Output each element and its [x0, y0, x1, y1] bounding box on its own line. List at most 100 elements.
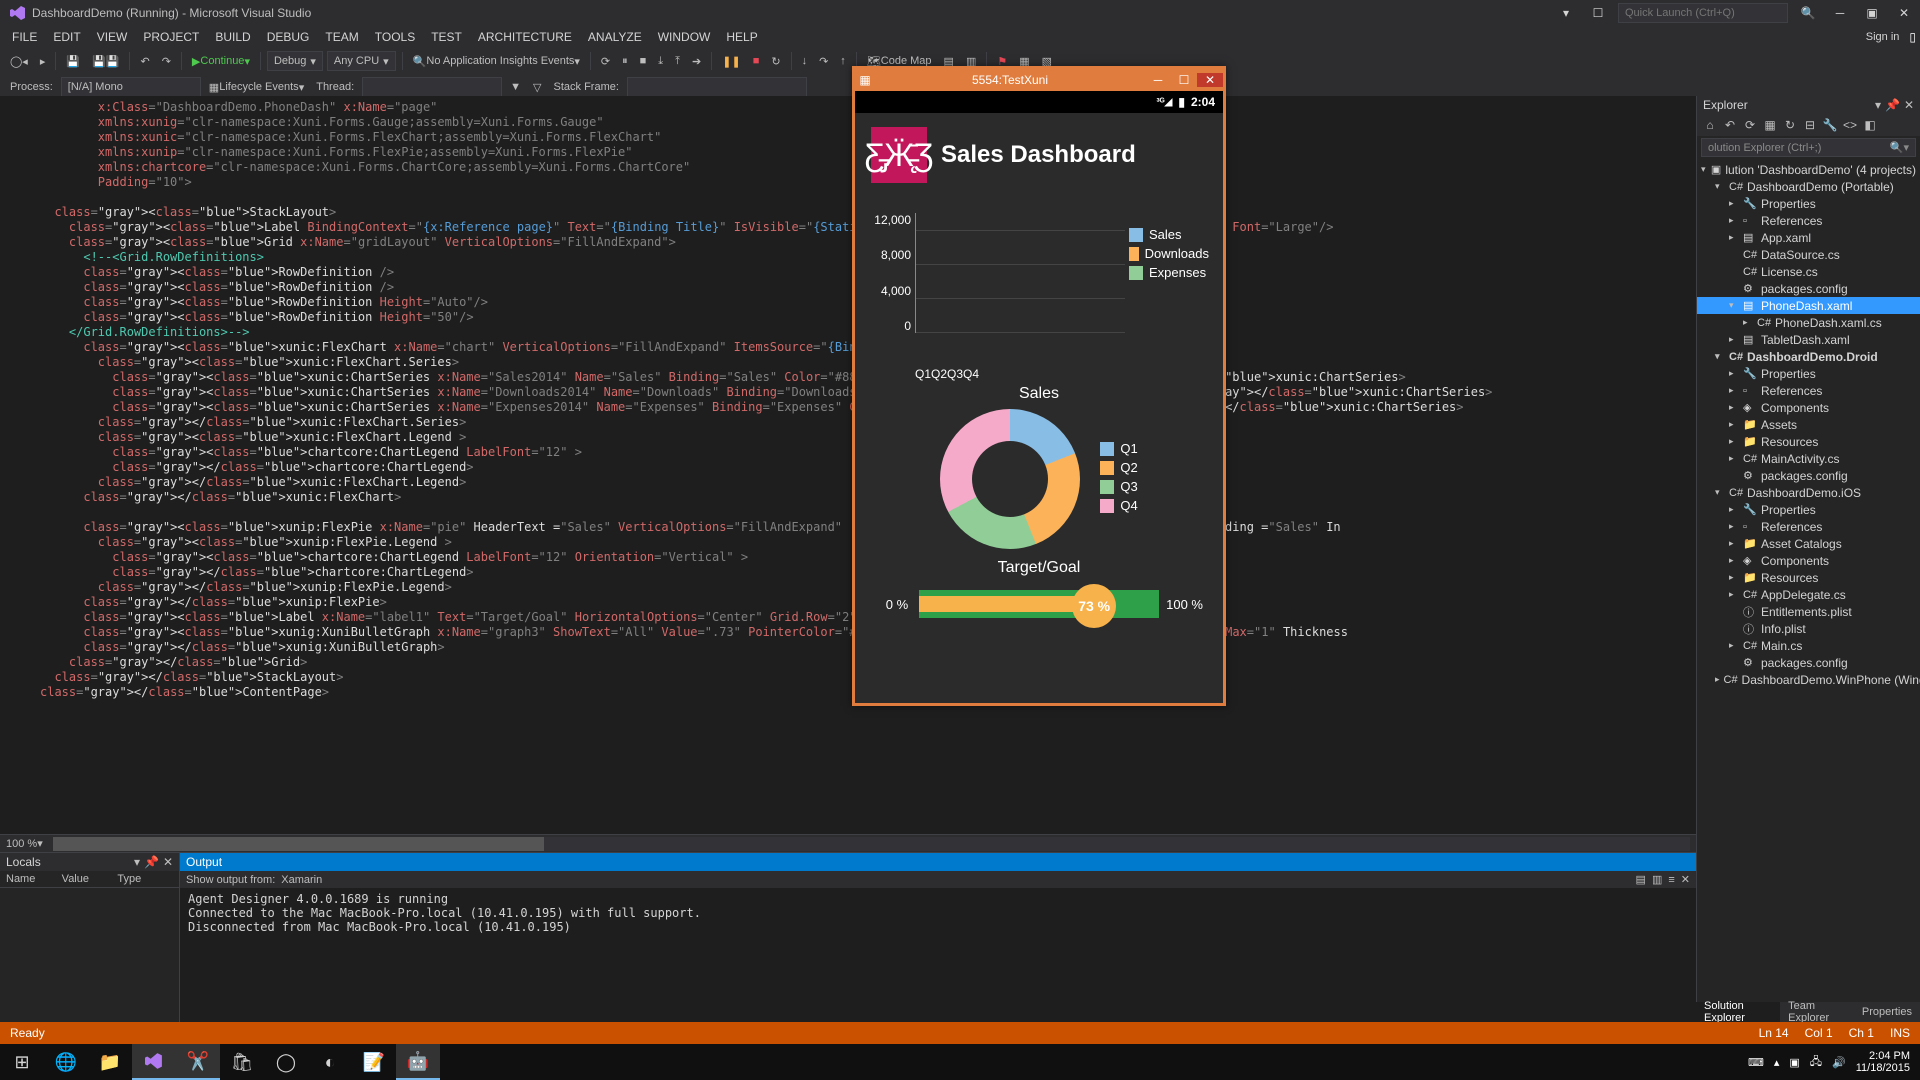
android-icon[interactable]: 🤖 — [396, 1044, 440, 1080]
tree-node[interactable]: ▾C#DashboardDemo.Droid — [1697, 348, 1920, 365]
dbg-btn-6[interactable]: ➔ — [688, 55, 705, 68]
tree-node[interactable]: ▸▫References — [1697, 212, 1920, 229]
continue-button[interactable]: ▶ Continue ▾ — [188, 55, 254, 68]
keyboard-icon[interactable]: ⌨ — [1748, 1056, 1764, 1069]
tree-node[interactable]: ▸◈Components — [1697, 552, 1920, 569]
output-btn-2[interactable]: ▥ — [1652, 873, 1662, 886]
menu-team[interactable]: TEAM — [317, 30, 366, 44]
emu-minimize-icon[interactable]: ─ — [1145, 73, 1171, 87]
menu-project[interactable]: PROJECT — [135, 30, 207, 44]
notify-icon[interactable]: ▾ — [1554, 4, 1578, 22]
undo-icon[interactable]: ↶ — [136, 55, 153, 68]
output-btn-3[interactable]: ≡ — [1668, 874, 1674, 886]
quick-launch-input[interactable] — [1618, 3, 1788, 23]
emu-close-icon[interactable]: ✕ — [1197, 73, 1223, 87]
tree-node[interactable]: ⓘInfo.plist — [1697, 620, 1920, 637]
code-editor[interactable]: x:Class="DashboardDemo.PhoneDash" x:Name… — [0, 96, 1696, 834]
output-btn-1[interactable]: ▤ — [1636, 873, 1646, 886]
tree-node[interactable]: ▸🔧Properties — [1697, 365, 1920, 382]
sync-icon[interactable]: ⟳ — [1741, 116, 1759, 134]
tree-node[interactable]: ▸▤TabletDash.xaml — [1697, 331, 1920, 348]
tree-node[interactable]: ▸▤App.xaml — [1697, 229, 1920, 246]
tree-node[interactable]: ▸◈Components — [1697, 399, 1920, 416]
tree-node[interactable]: ▸C#AppDelegate.cs — [1697, 586, 1920, 603]
dbg-btn-4[interactable]: ⤓ — [654, 55, 667, 68]
redo-icon[interactable]: ↷ — [158, 55, 175, 68]
tree-node[interactable]: ▸📁Asset Catalogs — [1697, 535, 1920, 552]
tree-node[interactable]: ▸C#DashboardDemo.WinPhone (Windows Phone… — [1697, 671, 1920, 688]
menu-window[interactable]: WINDOW — [650, 30, 719, 44]
platform-dropdown[interactable]: Any CPU ▾ — [327, 51, 396, 71]
stackframe-dropdown[interactable] — [627, 77, 807, 97]
search-icon[interactable]: 🔍 — [1796, 4, 1820, 22]
action-center-icon[interactable]: ▣ — [1789, 1056, 1799, 1069]
col-value[interactable]: Value — [62, 873, 118, 885]
menu-analyze[interactable]: ANALYZE — [580, 30, 650, 44]
menu-help[interactable]: HELP — [718, 30, 765, 44]
tray-up-icon[interactable]: ▴ — [1774, 1056, 1780, 1069]
feedback-icon[interactable]: ☐ — [1586, 4, 1610, 22]
col-name[interactable]: Name — [6, 873, 62, 885]
menu-tools[interactable]: TOOLS — [367, 30, 423, 44]
sound-icon[interactable]: 🔊 — [1832, 1056, 1846, 1069]
output-source-dropdown[interactable]: Xamarin — [281, 874, 481, 886]
tree-node[interactable]: ▸📁Resources — [1697, 433, 1920, 450]
store-icon[interactable]: 🛍 — [220, 1044, 264, 1080]
save-icon[interactable]: 💾 — [62, 55, 84, 68]
menu-view[interactable]: VIEW — [89, 30, 136, 44]
filter-icon[interactable]: ▼ — [506, 81, 525, 93]
refresh-icon[interactable]: ↻ — [1781, 116, 1799, 134]
tree-node[interactable]: ⚙packages.config — [1697, 654, 1920, 671]
tree-node[interactable]: ▾C#DashboardDemo (Portable) — [1697, 178, 1920, 195]
thread-dropdown[interactable] — [362, 77, 502, 97]
restart-icon[interactable]: ↻ — [767, 55, 784, 68]
chrome-icon[interactable]: ◯ — [264, 1044, 308, 1080]
close-icon[interactable]: ✕ — [1892, 4, 1916, 22]
collapse-icon[interactable]: ⊟ — [1801, 116, 1819, 134]
tree-node[interactable]: ▸🔧Properties — [1697, 501, 1920, 518]
user-icon[interactable]: ▯ — [1909, 30, 1916, 44]
side-tab-team-explorer[interactable]: Team Explorer — [1780, 1002, 1854, 1022]
dbg-btn-5[interactable]: ⤒ — [671, 55, 684, 68]
col-type[interactable]: Type — [117, 873, 173, 885]
menu-test[interactable]: TEST — [423, 30, 470, 44]
tree-node[interactable]: ▸▫References — [1697, 382, 1920, 399]
app-insights-label[interactable]: 🔍 No Application Insights Events ▾ — [409, 55, 584, 68]
filter2-icon[interactable]: ▽ — [529, 81, 545, 94]
menu-edit[interactable]: EDIT — [45, 30, 88, 44]
tree-node[interactable]: ▸C#Main.cs — [1697, 637, 1920, 654]
zoom-level[interactable]: 100 % — [6, 838, 37, 850]
restore-icon[interactable]: ▣ — [1860, 4, 1884, 22]
tree-node[interactable]: ⚙packages.config — [1697, 280, 1920, 297]
tree-node[interactable]: ▸▫References — [1697, 518, 1920, 535]
explorer-icon[interactable]: 📁 — [88, 1044, 132, 1080]
step-out-icon[interactable]: ↑ — [836, 55, 850, 67]
step-into-icon[interactable]: ↓ — [798, 55, 812, 67]
scope-icon[interactable]: <> — [1841, 116, 1859, 134]
dbg-btn-3[interactable]: ■ — [636, 55, 651, 67]
minimize-icon[interactable]: ─ — [1828, 4, 1852, 22]
dropdown-icon[interactable]: ▾ — [1875, 98, 1881, 112]
output-btn-4[interactable]: ✕ — [1681, 873, 1690, 886]
home-icon[interactable]: ⌂ — [1701, 116, 1719, 134]
tree-node[interactable]: ▸C#MainActivity.cs — [1697, 450, 1920, 467]
step-over-icon[interactable]: ↷ — [815, 55, 832, 68]
back-icon[interactable]: ↶ — [1721, 116, 1739, 134]
tree-node[interactable]: ▸C#PhoneDash.xaml.cs — [1697, 314, 1920, 331]
close-icon[interactable]: ✕ — [1904, 98, 1914, 112]
tree-node[interactable]: C#DataSource.cs — [1697, 246, 1920, 263]
dbg-btn-2[interactable]: ⏸ — [618, 55, 632, 68]
tree-node[interactable]: ⚙packages.config — [1697, 467, 1920, 484]
tree-node[interactable]: ⓘEntitlements.plist — [1697, 603, 1920, 620]
snip-icon[interactable]: ✂️ — [176, 1044, 220, 1080]
tree-node[interactable]: ▸🔧Properties — [1697, 195, 1920, 212]
tree-node[interactable]: ▾▣lution 'DashboardDemo' (4 projects) — [1697, 161, 1920, 178]
saveall-icon[interactable]: 💾💾 — [88, 55, 123, 68]
eclipse-icon[interactable]: ◐ — [308, 1044, 352, 1080]
config-dropdown[interactable]: Debug ▾ — [267, 51, 323, 71]
dbg-btn-1[interactable]: ⟳ — [597, 55, 614, 68]
notepad-icon[interactable]: 📝 — [352, 1044, 396, 1080]
tree-node[interactable]: ▸📁Assets — [1697, 416, 1920, 433]
zoom-chevron-icon[interactable]: ▾ — [37, 837, 43, 850]
output-text[interactable]: Agent Designer 4.0.0.1689 is running Con… — [180, 888, 1696, 1022]
